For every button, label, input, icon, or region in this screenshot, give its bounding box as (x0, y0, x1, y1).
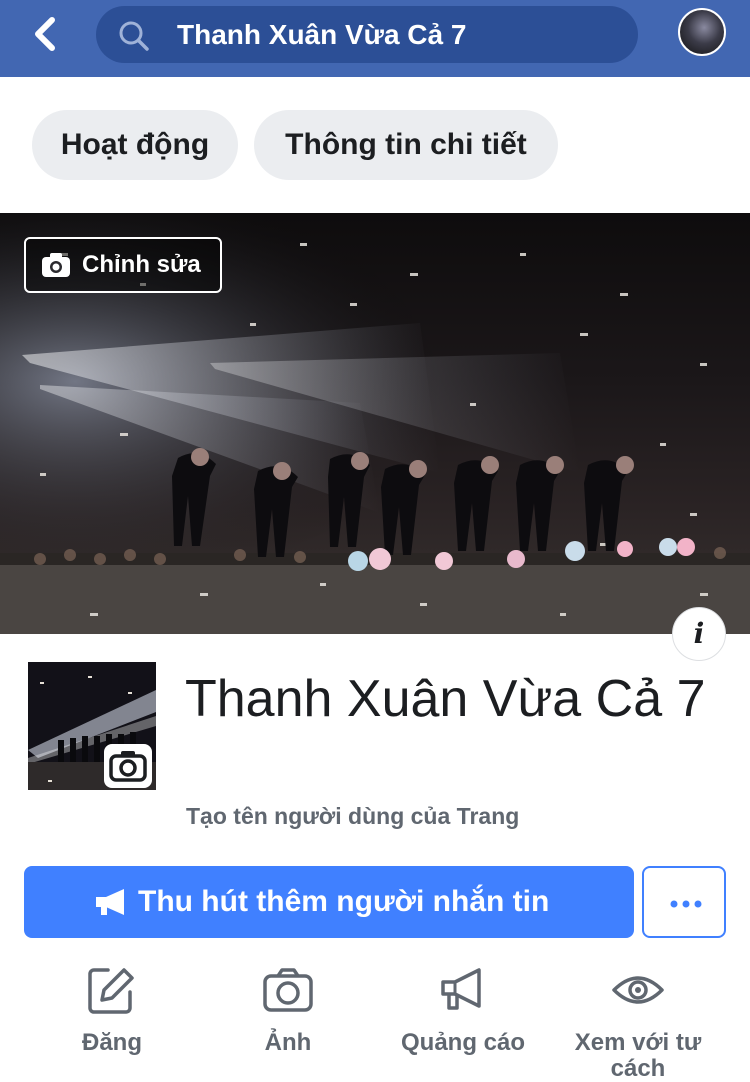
action-view-as-label: Xem với tư cách (574, 1029, 702, 1082)
action-advertise-label: Quảng cáo (400, 1029, 526, 1056)
action-photo[interactable]: Ảnh (238, 964, 338, 1056)
info-button[interactable]: i (672, 607, 726, 661)
create-username-link[interactable]: Tạo tên người dùng của Trang (186, 803, 519, 830)
more-dots-icon (670, 900, 702, 908)
action-view-as[interactable]: Xem với tư cách (560, 964, 716, 1082)
pencil-square-icon (88, 968, 134, 1014)
profile-camera-button[interactable] (104, 744, 152, 788)
info-icon: i (693, 617, 705, 650)
top-bar: Thanh Xuân Vừa Cả 7 (0, 0, 750, 77)
search-query: Thanh Xuân Vừa Cả 7 (177, 19, 467, 50)
action-post-label: Đăng (82, 1029, 142, 1056)
cta-label: Thu hút thêm người nhắn tin (138, 885, 550, 918)
edit-cover-button[interactable]: Chỉnh sửa (24, 237, 222, 293)
megaphone-icon (96, 889, 124, 915)
page-title: Thanh Xuân Vừa Cả 7 (185, 670, 706, 728)
camera-icon (42, 253, 70, 277)
back-button[interactable] (30, 14, 64, 54)
chevron-left-icon (35, 17, 55, 51)
cover-photo[interactable]: Chỉnh sửa (0, 213, 750, 634)
more-options-button[interactable] (642, 866, 726, 938)
tab-insights[interactable]: Thông tin chi tiết (254, 110, 558, 180)
search-icon (119, 21, 149, 51)
search-field[interactable]: Thanh Xuân Vừa Cả 7 (96, 6, 638, 63)
action-advertise[interactable]: Quảng cáo (390, 964, 536, 1056)
action-post[interactable]: Đăng (62, 964, 162, 1056)
megaphone-icon (441, 968, 481, 1010)
action-photo-label: Ảnh (264, 1029, 312, 1056)
avatar[interactable] (678, 8, 726, 56)
get-more-messages-button[interactable]: Thu hút thêm người nhắn tin (24, 866, 634, 938)
camera-icon (109, 751, 147, 782)
edit-cover-label: Chỉnh sửa (82, 251, 201, 278)
tab-activity[interactable]: Hoạt động (32, 110, 238, 180)
camera-icon (263, 968, 313, 1012)
eye-icon (612, 976, 664, 1004)
